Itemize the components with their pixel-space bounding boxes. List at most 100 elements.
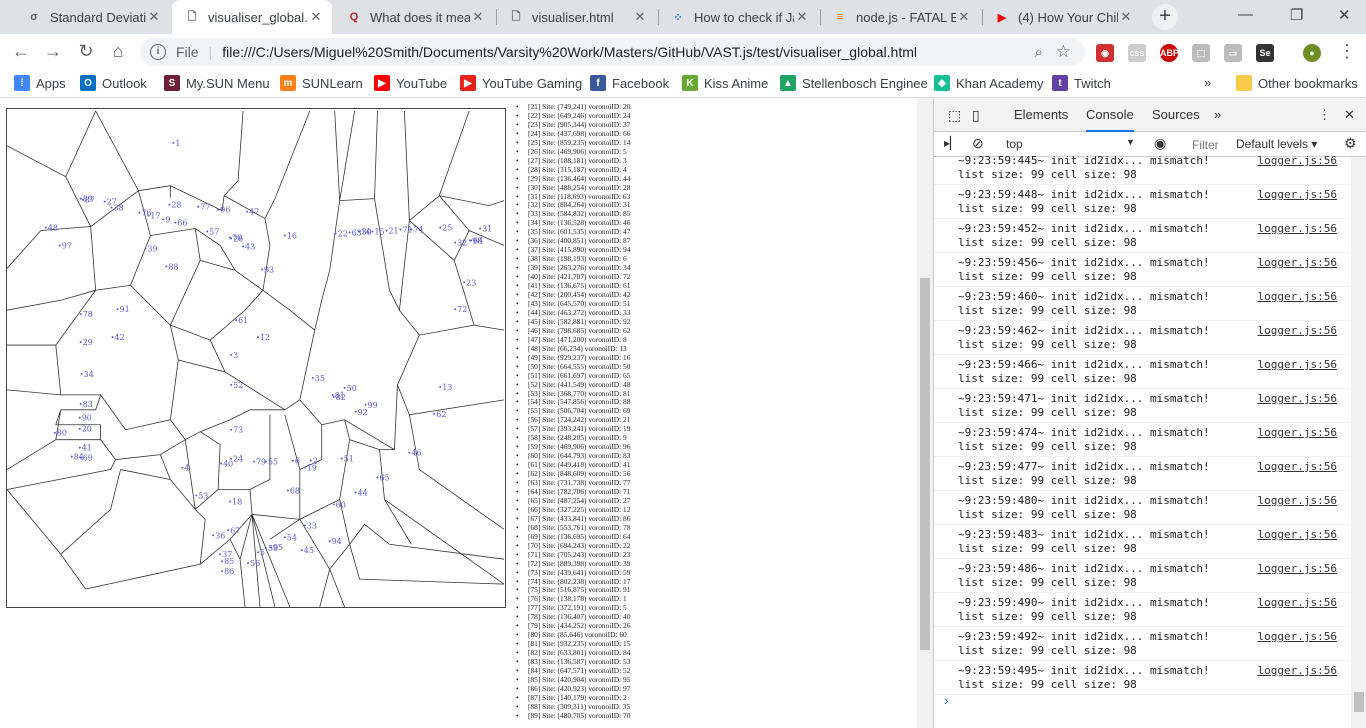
- devtools-close-icon[interactable]: ✕: [1344, 107, 1355, 123]
- menu-kebab-icon[interactable]: ⋮: [1336, 41, 1358, 62]
- console-settings-icon[interactable]: ⚙: [1344, 135, 1357, 152]
- source-link[interactable]: logger.js:56: [1258, 358, 1337, 372]
- bookmark-item[interactable]: f Facebook: [590, 75, 669, 91]
- other-bookmarks-folder[interactable]: Other bookmarks: [1236, 75, 1358, 91]
- profile-avatar[interactable]: ●: [1303, 44, 1321, 62]
- bookmark-label: Outlook: [102, 75, 147, 91]
- devtools-menu-icon[interactable]: ⋮: [1318, 107, 1331, 123]
- back-icon[interactable]: ←: [10, 41, 32, 62]
- eye-icon[interactable]: ◉: [1154, 135, 1166, 152]
- log-timestamp: ~9:23:59:460~: [958, 290, 1045, 303]
- address-bar[interactable]: i File | file:///C:/Users/Miguel%20Smith…: [140, 38, 1085, 66]
- restore-icon[interactable]: ❐: [1290, 6, 1303, 24]
- inspect-element-icon[interactable]: ⬚: [948, 107, 961, 124]
- source-link[interactable]: logger.js:56: [1258, 188, 1337, 202]
- browser-tab[interactable]: 🗋 visualiser_global.html✕: [172, 0, 332, 34]
- tab-close-icon[interactable]: ✕: [956, 9, 972, 25]
- bookmarks-overflow-button[interactable]: »: [1204, 75, 1211, 90]
- source-link[interactable]: logger.js:56: [1258, 392, 1337, 406]
- tab-close-icon[interactable]: ✕: [146, 9, 162, 25]
- bookmark-item[interactable]: ▲ Stellenbosch Enginee: [780, 75, 928, 91]
- scheme-label: File: [176, 44, 199, 60]
- console-message: ~9:23:59:483~ init id2idx... mismatch! li…: [934, 525, 1351, 559]
- log-detail: list size: 99 cell size: 98: [958, 372, 1137, 385]
- bookmark-item[interactable]: ⁞ Apps: [14, 75, 66, 91]
- source-link[interactable]: logger.js:56: [1258, 664, 1337, 678]
- bookmark-label: Twitch: [1074, 75, 1111, 91]
- source-link[interactable]: logger.js:56: [1258, 154, 1337, 168]
- log-detail: list size: 99 cell size: 98: [958, 474, 1137, 487]
- source-link[interactable]: logger.js:56: [1258, 290, 1337, 304]
- console-scrollbar[interactable]: [1351, 157, 1366, 728]
- tab-console[interactable]: Console: [1086, 107, 1134, 132]
- console-scrollbar-thumb[interactable]: [1354, 692, 1364, 712]
- bookmark-item[interactable]: K Kiss Anime: [682, 75, 768, 91]
- bookmark-item[interactable]: S My.SUN Menu: [164, 75, 270, 91]
- tab-close-icon[interactable]: ✕: [470, 9, 486, 25]
- browser-tab[interactable]: ⁘ How to check if Ja ✕: [658, 0, 818, 34]
- info-icon[interactable]: i: [150, 44, 166, 60]
- sidebar-toggle-icon[interactable]: ▸▏: [944, 136, 959, 150]
- close-window-icon[interactable]: ✕: [1338, 6, 1351, 24]
- log-timestamp: ~9:23:59:474~: [958, 426, 1045, 439]
- site-point: [332, 395, 335, 398]
- forward-icon[interactable]: →: [42, 41, 64, 62]
- tab-elements[interactable]: Elements: [1014, 107, 1068, 122]
- css-extension-icon[interactable]: css: [1128, 44, 1146, 62]
- page-scrollbar[interactable]: [917, 98, 933, 728]
- browser-tab[interactable]: Q What does it mean ✕: [334, 0, 494, 34]
- bookmark-item[interactable]: t Twitch: [1052, 75, 1111, 91]
- page-scrollbar-thumb[interactable]: [920, 278, 930, 650]
- tab-close-icon[interactable]: ✕: [1118, 9, 1134, 25]
- source-link[interactable]: logger.js:56: [1258, 426, 1337, 440]
- browser-tab[interactable]: ▶ (4) How Your Child ✕: [982, 0, 1142, 34]
- zoom-icon[interactable]: ⌕: [1035, 44, 1043, 61]
- selenium-extension-icon[interactable]: Se: [1256, 44, 1274, 62]
- minimize-icon[interactable]: —: [1238, 6, 1253, 23]
- bookmark-item[interactable]: m SUNLearn: [280, 75, 363, 91]
- source-link[interactable]: logger.js:56: [1258, 324, 1337, 338]
- bookmark-star-icon[interactable]: ☆: [1056, 42, 1071, 62]
- context-dropdown-icon[interactable]: ▼: [1126, 137, 1135, 147]
- home-icon[interactable]: ⌂: [107, 41, 129, 62]
- source-link[interactable]: logger.js:56: [1258, 630, 1337, 644]
- tab-close-icon[interactable]: ✕: [794, 9, 810, 25]
- bookmark-item[interactable]: ◆ Khan Academy: [934, 75, 1043, 91]
- tab-close-icon[interactable]: ✕: [308, 9, 324, 25]
- bookmark-item[interactable]: O Outlook: [80, 75, 147, 91]
- source-link[interactable]: logger.js:56: [1258, 562, 1337, 576]
- browser-tab[interactable]: 🗋 visualiser.html ✕: [496, 0, 656, 34]
- console-message: ~9:23:59:466~ init id2idx... mismatch! li…: [934, 355, 1351, 389]
- pdf-extension-icon[interactable]: ⬚: [1192, 44, 1210, 62]
- sun-icon: S: [164, 75, 180, 91]
- site-point: [116, 308, 119, 311]
- context-select[interactable]: top: [1006, 137, 1023, 151]
- site-label: 5: [260, 548, 265, 557]
- clear-console-icon[interactable]: ⊘: [972, 135, 984, 152]
- device-toolbar-icon[interactable]: ▯: [972, 107, 980, 124]
- cast-extension-icon[interactable]: ▭: [1224, 44, 1242, 62]
- source-link[interactable]: logger.js:56: [1258, 528, 1337, 542]
- log-detail: list size: 99 cell size: 98: [958, 338, 1137, 351]
- log-levels-select[interactable]: Default levels ▾: [1236, 137, 1317, 151]
- filter-input[interactable]: Filter: [1192, 138, 1219, 152]
- reload-icon[interactable]: ↻: [75, 41, 97, 62]
- tab-sources[interactable]: Sources: [1152, 107, 1200, 122]
- tab-close-icon[interactable]: ✕: [632, 9, 648, 25]
- adblock-plus-icon[interactable]: ABP: [1160, 44, 1179, 62]
- console-prompt[interactable]: ›: [944, 692, 949, 708]
- browser-tab[interactable]: ≡ node.js - FATAL ER✕: [820, 0, 980, 34]
- new-tab-button[interactable]: +: [1152, 4, 1178, 30]
- bookmark-item[interactable]: ▶ YouTube Gaming: [460, 75, 582, 91]
- bookmark-item[interactable]: ▶ YouTube: [374, 75, 447, 91]
- source-link[interactable]: logger.js:56: [1258, 460, 1337, 474]
- browser-tab[interactable]: σ Standard Deviation✕: [14, 0, 170, 34]
- source-link[interactable]: logger.js:56: [1258, 222, 1337, 236]
- source-link[interactable]: logger.js:56: [1258, 596, 1337, 610]
- lastpass-extension-icon[interactable]: ◉: [1096, 44, 1114, 62]
- site-label: 94: [332, 537, 342, 546]
- source-link[interactable]: logger.js:56: [1258, 494, 1337, 508]
- more-tabs-icon[interactable]: »: [1214, 107, 1221, 122]
- site-label: 36: [215, 531, 225, 540]
- source-link[interactable]: logger.js:56: [1258, 256, 1337, 270]
